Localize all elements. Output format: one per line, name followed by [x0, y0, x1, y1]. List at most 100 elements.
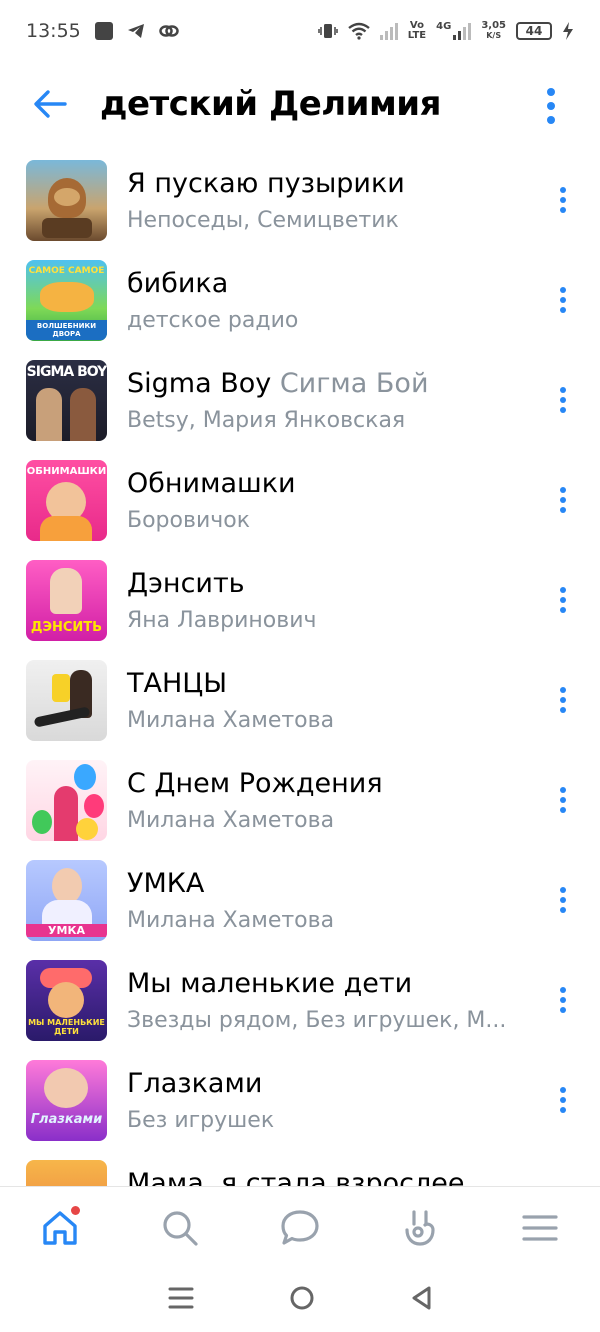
track-row[interactable]: УМКА УМКА Милана Хаметова	[0, 850, 600, 950]
track-artist: Милана Хаметова	[127, 908, 335, 933]
track-cover: Глазками	[26, 1060, 107, 1141]
signal-1-icon	[379, 22, 398, 40]
track-list: Я пускаю пузырики Непоседы, Семицветик С…	[0, 150, 600, 1186]
track-more-button[interactable]	[554, 880, 572, 920]
track-artist: Яна Лавринович	[127, 608, 317, 633]
track-row[interactable]: С Днем Рождения Милана Хаметова	[0, 750, 600, 850]
network-speed: 3,05 K/S	[481, 20, 506, 41]
track-more-button[interactable]	[554, 1080, 572, 1120]
track-title: Sigma Boy Сигма Бой	[127, 368, 429, 399]
track-artist: Милана Хаметова	[127, 708, 335, 733]
arrow-left-icon	[34, 90, 67, 118]
more-vertical-icon	[560, 187, 566, 213]
track-cover	[26, 660, 107, 741]
track-row[interactable]: МЫ МАЛЕНЬКИЕ ДЕТИ Мы маленькие дети Звез…	[0, 950, 600, 1050]
header: детский Делимия	[0, 62, 600, 150]
notification-dot	[71, 1205, 80, 1215]
track-cover	[26, 160, 107, 241]
notification-icon	[94, 22, 113, 40]
track-cover: ДЭНСИТЬ	[26, 560, 107, 641]
battery-indicator: 44	[516, 22, 552, 40]
track-row[interactable]: САМОЕ САМОЕ ВОЛШЕБНИКИ ДВОРА бибика детс…	[0, 250, 600, 350]
nav-home[interactable]	[30, 1198, 90, 1258]
system-navigation	[0, 1268, 600, 1332]
track-cover: УМКА	[26, 860, 107, 941]
telegram-icon	[127, 24, 144, 38]
track-artist: Betsy, Мария Янковская	[127, 408, 406, 433]
more-vertical-icon	[560, 287, 566, 313]
volte-indicator: Vo LTE	[407, 20, 427, 41]
track-cover	[26, 760, 107, 841]
track-artist: Непоседы, Семицветик	[127, 208, 399, 233]
more-options-button[interactable]	[536, 86, 566, 126]
status-bar: 13:55 Vo LTE 4G 3,05 K/S 44	[0, 0, 600, 62]
more-vertical-icon	[560, 687, 566, 713]
messages-icon	[281, 1209, 319, 1245]
track-artist: Боровичок	[127, 508, 250, 533]
track-row[interactable]: SIGMA BOY Sigma Boy Сигма Бой Betsy, Мар…	[0, 350, 600, 450]
menu-icon	[522, 1214, 558, 1241]
more-vertical-icon	[560, 1087, 566, 1113]
nav-messages[interactable]	[270, 1198, 330, 1258]
track-title: С Днем Рождения	[127, 768, 383, 799]
circle-home-icon	[290, 1286, 314, 1310]
track-more-button[interactable]	[554, 780, 572, 820]
track-row[interactable]: ДЭНСИТЬ Дэнсить Яна Лавринович	[0, 550, 600, 650]
track-row[interactable]: ОБНИМАШКИ Обнимашки Боровичок	[0, 450, 600, 550]
more-vertical-icon	[560, 987, 566, 1013]
home-system-button[interactable]	[289, 1285, 315, 1315]
recent-apps-icon	[168, 1287, 194, 1309]
track-row[interactable]: Глазками Глазками Без игрушек	[0, 1050, 600, 1150]
track-artist: Без игрушек	[127, 1108, 275, 1133]
vibrate-icon	[318, 24, 338, 38]
track-title: Мы маленькие дети	[127, 968, 413, 999]
bottom-navigation	[0, 1186, 600, 1268]
track-row[interactable]: Мама, я стала взрослее	[0, 1150, 600, 1186]
track-title: Глазками	[127, 1068, 263, 1099]
track-artist: детское радио	[127, 308, 299, 333]
nav-clips[interactable]	[390, 1198, 450, 1258]
track-more-button[interactable]	[554, 280, 572, 320]
track-artist: Милана Хаметова	[127, 808, 335, 833]
track-cover: САМОЕ САМОЕ ВОЛШЕБНИКИ ДВОРА	[26, 260, 107, 341]
search-icon	[163, 1210, 198, 1246]
track-more-button[interactable]	[554, 480, 572, 520]
back-button[interactable]	[30, 84, 70, 124]
triangle-back-icon	[412, 1286, 431, 1310]
track-title: Я пускаю пузырики	[127, 168, 405, 199]
charging-icon	[563, 22, 573, 40]
more-vertical-icon	[560, 387, 566, 413]
link-icon	[159, 25, 179, 37]
recent-apps-button[interactable]	[168, 1286, 194, 1314]
nav-menu[interactable]	[510, 1198, 570, 1258]
track-title: бибика	[127, 268, 229, 299]
back-system-button[interactable]	[410, 1285, 432, 1315]
track-title: Обнимашки	[127, 468, 296, 499]
track-title: Мама, я стала взрослее	[127, 1168, 465, 1186]
nav-search[interactable]	[150, 1198, 210, 1258]
track-more-button[interactable]	[554, 180, 572, 220]
track-cover: ОБНИМАШКИ	[26, 460, 107, 541]
track-cover: SIGMA BOY	[26, 360, 107, 441]
more-vertical-icon	[560, 887, 566, 913]
track-title: УМКА	[127, 868, 205, 899]
track-title: ТАНЦЫ	[127, 668, 228, 699]
more-vertical-icon	[560, 787, 566, 813]
more-vertical-icon	[560, 587, 566, 613]
track-more-button[interactable]	[554, 980, 572, 1020]
wifi-icon	[348, 22, 370, 40]
track-more-button[interactable]	[554, 380, 572, 420]
status-time: 13:55	[26, 20, 81, 42]
track-cover	[26, 1160, 107, 1186]
track-more-button[interactable]	[554, 680, 572, 720]
page-title: детский Делимия	[100, 84, 441, 124]
track-title: Дэнсить	[127, 568, 245, 599]
more-vertical-icon	[560, 487, 566, 513]
track-artist: Звезды рядом, Без игрушек, М...	[127, 1008, 507, 1033]
track-row[interactable]: ТАНЦЫ Милана Хаметова	[0, 650, 600, 750]
track-row[interactable]: Я пускаю пузырики Непоседы, Семицветик	[0, 150, 600, 250]
signal-2-icon: 4G	[436, 22, 472, 40]
more-vertical-icon	[547, 88, 555, 124]
clips-icon	[405, 1209, 435, 1246]
track-more-button[interactable]	[554, 580, 572, 620]
